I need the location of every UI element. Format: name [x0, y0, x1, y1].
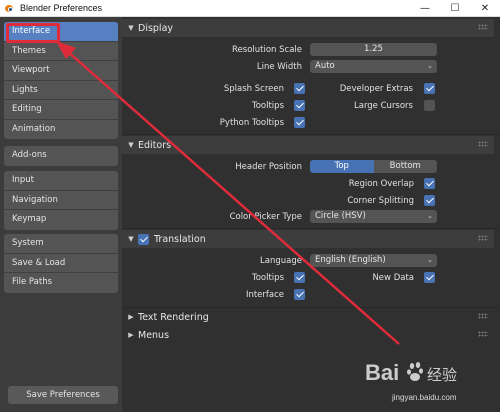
svg-text:Bai: Bai	[365, 360, 399, 385]
baidu-watermark-logo: Bai 经验	[365, 360, 457, 385]
watermark-url: jingyan.baidu.com	[392, 393, 457, 402]
svg-text:经验: 经验	[427, 366, 457, 384]
annotation-arrow-line	[65, 49, 400, 345]
annotation-arrow	[56, 41, 400, 345]
